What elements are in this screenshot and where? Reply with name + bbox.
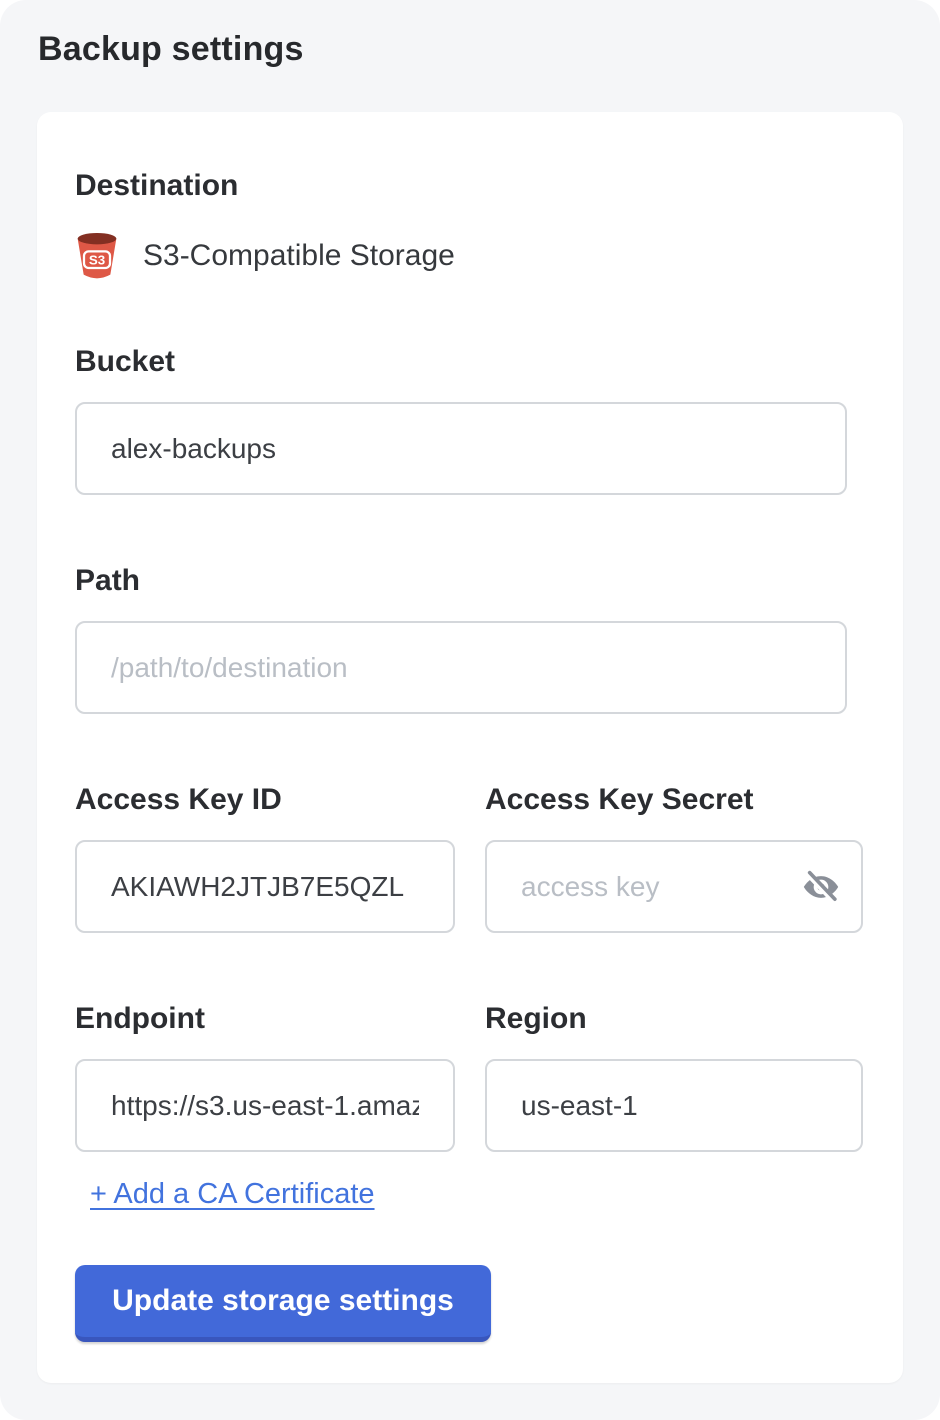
endpoint-input[interactable]: [75, 1059, 455, 1152]
access-key-id-group: Access Key ID: [75, 782, 455, 933]
path-label: Path: [75, 563, 865, 599]
path-field-group: Path: [75, 563, 865, 714]
access-key-secret-label: Access Key Secret: [485, 782, 863, 818]
destination-value: S3-Compatible Storage: [143, 239, 455, 273]
destination-row: S3 S3-Compatible Storage: [75, 232, 865, 280]
access-key-secret-wrap: [485, 840, 863, 933]
path-input[interactable]: [75, 621, 847, 714]
access-keys-row: Access Key ID Access Key Secret: [75, 782, 865, 933]
bucket-label: Bucket: [75, 344, 865, 380]
access-key-secret-group: Access Key Secret: [485, 782, 863, 933]
access-key-id-label: Access Key ID: [75, 782, 455, 818]
destination-label: Destination: [75, 168, 865, 204]
s3-bucket-icon: S3: [75, 232, 119, 280]
region-input[interactable]: [485, 1059, 863, 1152]
page-title: Backup settings: [38, 30, 304, 69]
toggle-secret-visibility-button[interactable]: [799, 865, 843, 909]
svg-text:S3: S3: [89, 252, 105, 267]
bucket-field-group: Bucket: [75, 344, 865, 495]
update-storage-settings-button[interactable]: Update storage settings: [75, 1265, 491, 1342]
add-ca-certificate-link[interactable]: + Add a CA Certificate: [90, 1178, 375, 1211]
bucket-input[interactable]: [75, 402, 847, 495]
endpoint-region-row: Endpoint Region: [75, 1001, 865, 1152]
backup-settings-card: Destination S3 S3-Compatible Storage Buc…: [37, 112, 903, 1383]
access-key-id-input[interactable]: [75, 840, 455, 933]
region-group: Region: [485, 1001, 863, 1152]
backup-settings-page: Backup settings Destination S3 S3-Compat…: [0, 0, 940, 1420]
endpoint-group: Endpoint: [75, 1001, 455, 1152]
eye-off-icon: [801, 867, 841, 907]
endpoint-label: Endpoint: [75, 1001, 455, 1037]
region-label: Region: [485, 1001, 863, 1037]
